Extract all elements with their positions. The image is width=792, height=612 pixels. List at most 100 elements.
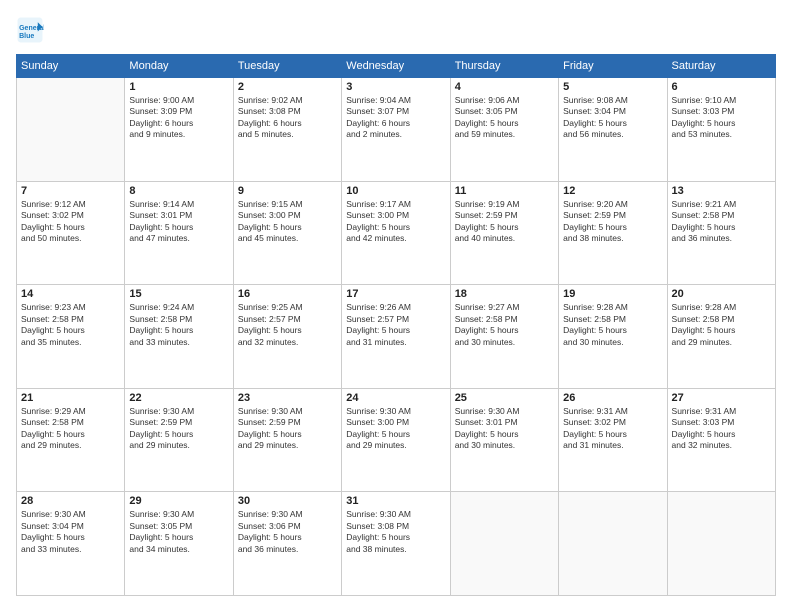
calendar-cell: 3 Sunrise: 9:04 AM Sunset: 3:07 PM Daylig… xyxy=(342,78,450,182)
calendar-cell: 17 Sunrise: 9:26 AM Sunset: 2:57 PM Dayli… xyxy=(342,285,450,389)
day-info: Sunrise: 9:30 AM Sunset: 3:01 PM Dayligh… xyxy=(455,406,554,452)
calendar-cell: 19Sunrise: 9:28 AM Sunset: 2:58 PM Dayli… xyxy=(559,285,667,389)
day-info: Sunrise: 9:31 AM Sunset: 3:02 PM Dayligh… xyxy=(563,406,662,452)
calendar-cell xyxy=(559,492,667,596)
day-number: 18 xyxy=(455,288,554,300)
calendar-cell: 28 Sunrise: 9:30 AM Sunset: 3:04 PM Dayli… xyxy=(17,492,125,596)
col-header-saturday: Saturday xyxy=(667,55,775,78)
day-number: 5 xyxy=(563,81,662,93)
calendar-cell: 18 Sunrise: 9:27 AM Sunset: 2:58 PM Dayli… xyxy=(450,285,558,389)
day-number: 21 xyxy=(21,392,120,404)
calendar-cell: 11Sunrise: 9:19 AM Sunset: 2:59 PM Dayli… xyxy=(450,181,558,285)
day-number: 7 xyxy=(21,185,120,197)
day-info: Sunrise: 9:17 AM Sunset: 3:00 PM Dayligh… xyxy=(346,199,445,245)
day-info: Sunrise: 9:14 AM Sunset: 3:01 PM Dayligh… xyxy=(129,199,228,245)
day-info: Sunrise: 9:31 AM Sunset: 3:03 PM Dayligh… xyxy=(672,406,771,452)
day-info: Sunrise: 9:04 AM Sunset: 3:07 PM Dayligh… xyxy=(346,95,445,141)
day-info: Sunrise: 9:29 AM Sunset: 2:58 PM Dayligh… xyxy=(21,406,120,452)
calendar-cell: 22Sunrise: 9:30 AM Sunset: 2:59 PM Dayli… xyxy=(125,388,233,492)
day-info: Sunrise: 9:08 AM Sunset: 3:04 PM Dayligh… xyxy=(563,95,662,141)
day-info: Sunrise: 9:15 AM Sunset: 3:00 PM Dayligh… xyxy=(238,199,337,245)
day-info: Sunrise: 9:00 AM Sunset: 3:09 PM Dayligh… xyxy=(129,95,228,141)
calendar-cell: 4Sunrise: 9:06 AM Sunset: 3:05 PM Daylig… xyxy=(450,78,558,182)
day-number: 24 xyxy=(346,392,445,404)
day-number: 17 xyxy=(346,288,445,300)
day-info: Sunrise: 9:25 AM Sunset: 2:57 PM Dayligh… xyxy=(238,302,337,348)
day-info: Sunrise: 9:28 AM Sunset: 2:58 PM Dayligh… xyxy=(672,302,771,348)
calendar-week-row: 7 Sunrise: 9:12 AM Sunset: 3:02 PM Daylig… xyxy=(17,181,776,285)
day-number: 29 xyxy=(129,495,228,507)
logo-icon: General Blue xyxy=(16,16,44,44)
day-info: Sunrise: 9:24 AM Sunset: 2:58 PM Dayligh… xyxy=(129,302,228,348)
day-number: 4 xyxy=(455,81,554,93)
day-number: 31 xyxy=(346,495,445,507)
col-header-wednesday: Wednesday xyxy=(342,55,450,78)
day-number: 26 xyxy=(563,392,662,404)
day-number: 13 xyxy=(672,185,771,197)
day-info: Sunrise: 9:30 AM Sunset: 2:59 PM Dayligh… xyxy=(238,406,337,452)
day-number: 14 xyxy=(21,288,120,300)
calendar-cell: 13 Sunrise: 9:21 AM Sunset: 2:58 PM Dayli… xyxy=(667,181,775,285)
day-number: 27 xyxy=(672,392,771,404)
day-info: Sunrise: 9:21 AM Sunset: 2:58 PM Dayligh… xyxy=(672,199,771,245)
col-header-monday: Monday xyxy=(125,55,233,78)
calendar-cell: 16Sunrise: 9:25 AM Sunset: 2:57 PM Dayli… xyxy=(233,285,341,389)
day-info: Sunrise: 9:19 AM Sunset: 2:59 PM Dayligh… xyxy=(455,199,554,245)
calendar-cell: 27 Sunrise: 9:31 AM Sunset: 3:03 PM Dayli… xyxy=(667,388,775,492)
day-info: Sunrise: 9:27 AM Sunset: 2:58 PM Dayligh… xyxy=(455,302,554,348)
day-info: Sunrise: 9:30 AM Sunset: 3:08 PM Dayligh… xyxy=(346,509,445,555)
calendar-cell xyxy=(17,78,125,182)
calendar-cell: 12 Sunrise: 9:20 AM Sunset: 2:59 PM Dayli… xyxy=(559,181,667,285)
day-number: 25 xyxy=(455,392,554,404)
day-info: Sunrise: 9:12 AM Sunset: 3:02 PM Dayligh… xyxy=(21,199,120,245)
logo: General Blue xyxy=(16,16,48,44)
calendar-cell: 25 Sunrise: 9:30 AM Sunset: 3:01 PM Dayli… xyxy=(450,388,558,492)
calendar-cell: 29 Sunrise: 9:30 AM Sunset: 3:05 PM Dayli… xyxy=(125,492,233,596)
day-info: Sunrise: 9:30 AM Sunset: 3:04 PM Dayligh… xyxy=(21,509,120,555)
day-number: 9 xyxy=(238,185,337,197)
calendar-week-row: 21 Sunrise: 9:29 AM Sunset: 2:58 PM Dayli… xyxy=(17,388,776,492)
day-number: 30 xyxy=(238,495,337,507)
calendar-cell: 10 Sunrise: 9:17 AM Sunset: 3:00 PM Dayli… xyxy=(342,181,450,285)
calendar-week-row: 14 Sunrise: 9:23 AM Sunset: 2:58 PM Dayli… xyxy=(17,285,776,389)
calendar-cell: 8 Sunrise: 9:14 AM Sunset: 3:01 PM Daylig… xyxy=(125,181,233,285)
day-number: 6 xyxy=(672,81,771,93)
day-number: 19 xyxy=(563,288,662,300)
day-info: Sunrise: 9:20 AM Sunset: 2:59 PM Dayligh… xyxy=(563,199,662,245)
calendar-cell: 30 Sunrise: 9:30 AM Sunset: 3:06 PM Dayli… xyxy=(233,492,341,596)
svg-text:Blue: Blue xyxy=(19,33,34,40)
day-number: 28 xyxy=(21,495,120,507)
day-info: Sunrise: 9:02 AM Sunset: 3:08 PM Dayligh… xyxy=(238,95,337,141)
day-number: 3 xyxy=(346,81,445,93)
day-number: 10 xyxy=(346,185,445,197)
day-number: 23 xyxy=(238,392,337,404)
calendar-table: SundayMondayTuesdayWednesdayThursdayFrid… xyxy=(16,54,776,596)
day-info: Sunrise: 9:30 AM Sunset: 3:06 PM Dayligh… xyxy=(238,509,337,555)
calendar-cell: 6 Sunrise: 9:10 AM Sunset: 3:03 PM Daylig… xyxy=(667,78,775,182)
day-info: Sunrise: 9:30 AM Sunset: 2:59 PM Dayligh… xyxy=(129,406,228,452)
col-header-friday: Friday xyxy=(559,55,667,78)
calendar-cell: 2Sunrise: 9:02 AM Sunset: 3:08 PM Daylig… xyxy=(233,78,341,182)
day-info: Sunrise: 9:26 AM Sunset: 2:57 PM Dayligh… xyxy=(346,302,445,348)
day-info: Sunrise: 9:23 AM Sunset: 2:58 PM Dayligh… xyxy=(21,302,120,348)
calendar-cell xyxy=(450,492,558,596)
calendar-cell: 1Sunrise: 9:00 AM Sunset: 3:09 PM Daylig… xyxy=(125,78,233,182)
calendar-cell: 26 Sunrise: 9:31 AM Sunset: 3:02 PM Dayli… xyxy=(559,388,667,492)
page: General Blue SundayMondayTuesdayWednesda… xyxy=(0,0,792,612)
day-number: 12 xyxy=(563,185,662,197)
day-number: 8 xyxy=(129,185,228,197)
col-header-thursday: Thursday xyxy=(450,55,558,78)
calendar-cell: 5 Sunrise: 9:08 AM Sunset: 3:04 PM Daylig… xyxy=(559,78,667,182)
calendar-cell: 24 Sunrise: 9:30 AM Sunset: 3:00 PM Dayli… xyxy=(342,388,450,492)
calendar-cell: 20Sunrise: 9:28 AM Sunset: 2:58 PM Dayli… xyxy=(667,285,775,389)
calendar-cell: 23 Sunrise: 9:30 AM Sunset: 2:59 PM Dayli… xyxy=(233,388,341,492)
calendar-week-row: 28 Sunrise: 9:30 AM Sunset: 3:04 PM Dayli… xyxy=(17,492,776,596)
calendar-week-row: 1Sunrise: 9:00 AM Sunset: 3:09 PM Daylig… xyxy=(17,78,776,182)
calendar-cell: 7 Sunrise: 9:12 AM Sunset: 3:02 PM Daylig… xyxy=(17,181,125,285)
day-info: Sunrise: 9:30 AM Sunset: 3:00 PM Dayligh… xyxy=(346,406,445,452)
header: General Blue xyxy=(16,16,776,44)
day-info: Sunrise: 9:10 AM Sunset: 3:03 PM Dayligh… xyxy=(672,95,771,141)
calendar-cell: 15Sunrise: 9:24 AM Sunset: 2:58 PM Dayli… xyxy=(125,285,233,389)
day-info: Sunrise: 9:30 AM Sunset: 3:05 PM Dayligh… xyxy=(129,509,228,555)
col-header-sunday: Sunday xyxy=(17,55,125,78)
